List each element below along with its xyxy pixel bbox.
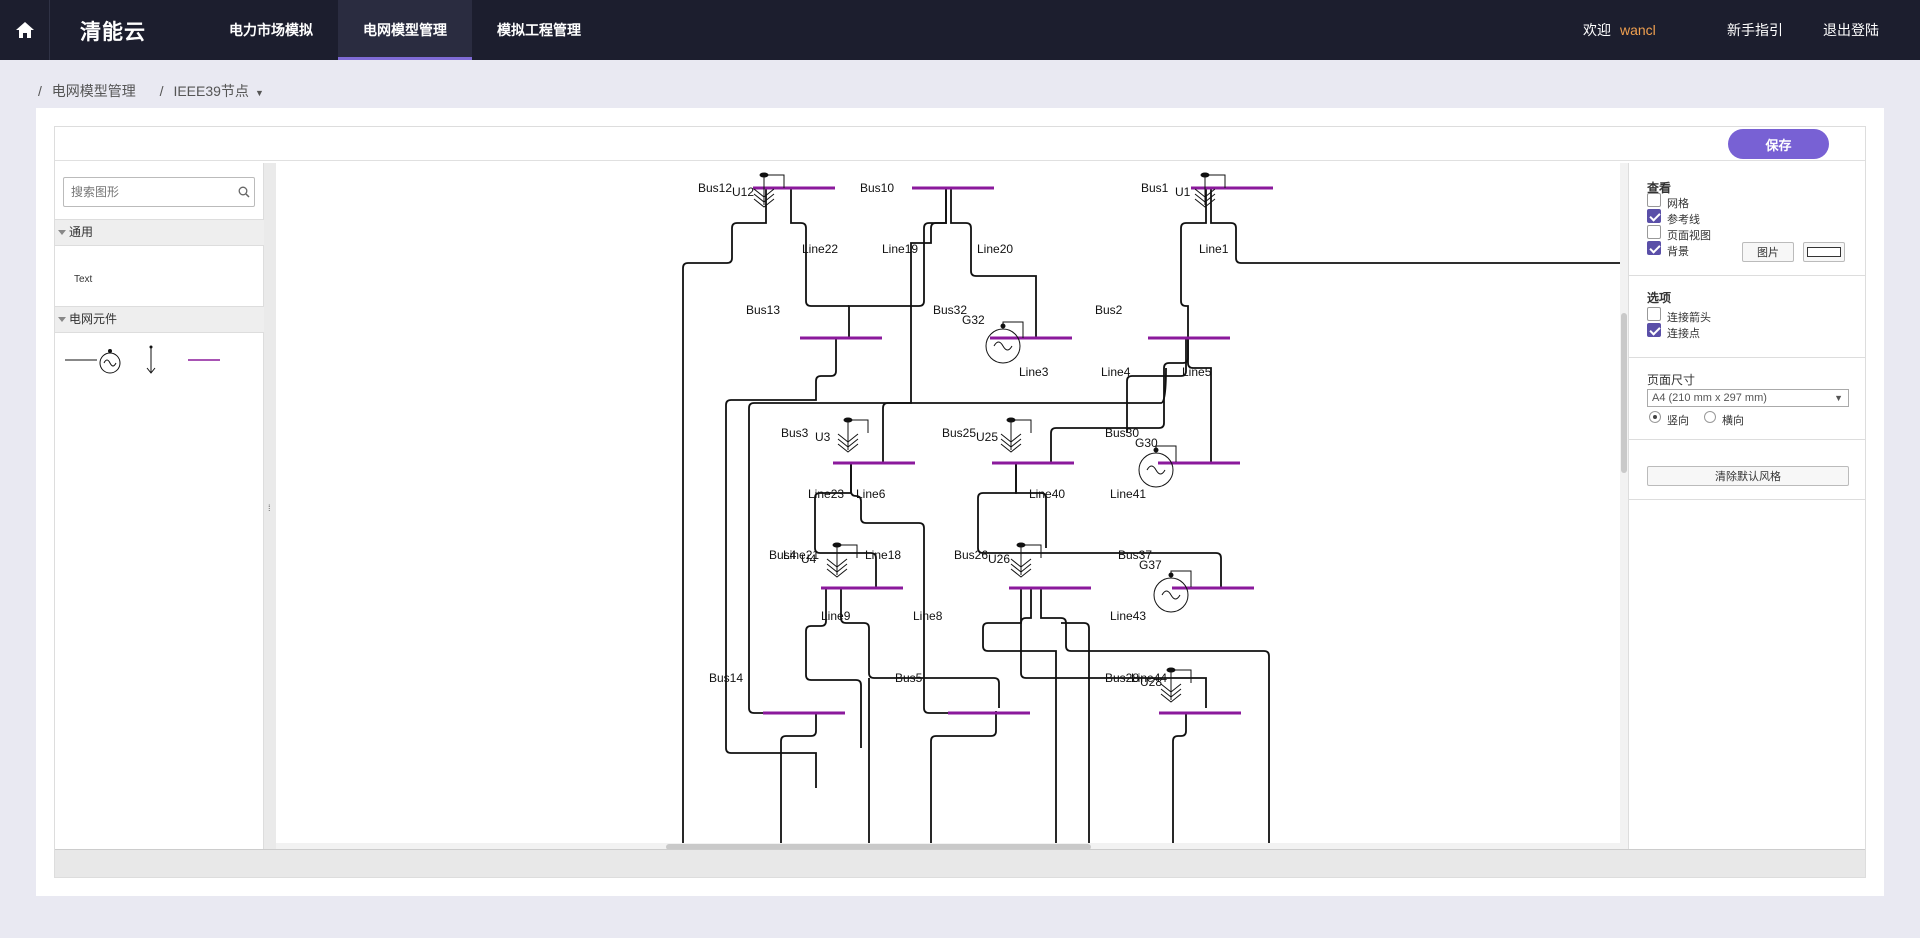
diagram-label[interactable]: Line23	[808, 487, 844, 501]
color-swatch-icon	[1807, 247, 1841, 257]
home-button[interactable]	[0, 0, 50, 60]
diagram-label[interactable]: U28	[1140, 675, 1162, 689]
page-size-title: 页面尺寸	[1647, 373, 1696, 387]
brand-logo: 清能云	[80, 21, 146, 44]
guide-link[interactable]: 新手指引	[1727, 0, 1783, 60]
breadcrumb: / 电网模型管理 / IEEE39节点 ▼	[38, 83, 264, 99]
diagram-label[interactable]: Line22	[802, 242, 838, 256]
background-image-button[interactable]: 图片	[1742, 242, 1794, 262]
diagram-label[interactable]: Bus13	[746, 303, 780, 317]
dropdown-arrow-icon: ▼	[1834, 393, 1843, 403]
diagram-label[interactable]: Line41	[1110, 487, 1146, 501]
load-symbol[interactable]	[826, 542, 858, 578]
welcome-text: 欢迎	[1583, 22, 1611, 38]
diagram-label[interactable]: Line4	[1101, 365, 1131, 379]
diagram-editor: 保存 通用 Text 电网元件 ⁞	[54, 126, 1866, 878]
generator-shape[interactable]	[99, 349, 121, 374]
load-shape[interactable]	[146, 345, 156, 374]
editor-toolbar: 保存	[55, 127, 1865, 161]
diagram-label[interactable]: Bus14	[709, 671, 743, 685]
save-button[interactable]: 保存	[1728, 129, 1829, 159]
generator-symbol[interactable]	[1153, 570, 1192, 613]
shape-search-input[interactable]	[63, 177, 255, 207]
diagram-label[interactable]: Bus12	[698, 181, 732, 195]
top-navbar: 清能云 电力市场模拟 电网模型管理 模拟工程管理 欢迎 wancl 新手指引 退…	[0, 0, 1920, 60]
shape-library-panel: 通用 Text 电网元件	[55, 163, 264, 849]
background-color-button[interactable]	[1803, 242, 1845, 262]
generator-symbol[interactable]	[1138, 445, 1177, 488]
home-icon	[15, 22, 34, 38]
landscape-radio[interactable]	[1704, 411, 1716, 423]
diagram-label[interactable]: G37	[1139, 558, 1162, 572]
diagram-label[interactable]: Bus2	[1095, 303, 1123, 317]
diagram-label[interactable]: Line6	[856, 487, 886, 501]
load-symbol[interactable]	[1010, 542, 1042, 578]
diagram-label[interactable]: U12	[732, 185, 754, 199]
load-symbol[interactable]	[837, 417, 869, 453]
vertical-scrollbar[interactable]	[1620, 163, 1628, 849]
diagram-label[interactable]: G32	[962, 313, 985, 327]
dropdown-caret-icon[interactable]: ▼	[255, 88, 264, 98]
diagram-label[interactable]: Line5	[1182, 365, 1212, 379]
diagram-label[interactable]: U3	[815, 430, 831, 444]
grid-diagram[interactable]: Bus12 U12 Bus10 Bus1 U1 Line22 Line19 Line20 Lin…	[276, 163, 1620, 843]
collapse-icon	[58, 230, 66, 235]
diagram-label[interactable]: Bus1	[1141, 181, 1169, 195]
diagram-label[interactable]: Line18	[865, 548, 901, 562]
diagram-label[interactable]: Bus25	[942, 426, 976, 440]
clear-default-style-button[interactable]: 清除默认风格	[1647, 466, 1849, 486]
collapse-icon	[58, 317, 66, 322]
diagram-label[interactable]: Line9	[821, 609, 851, 623]
load-symbol[interactable]	[753, 172, 785, 208]
diagram-label[interactable]: Line43	[1110, 609, 1146, 623]
load-symbol[interactable]	[1194, 172, 1226, 208]
background-checkbox[interactable]	[1647, 241, 1661, 255]
connect-points-checkbox[interactable]	[1647, 323, 1661, 337]
search-icon[interactable]	[238, 186, 250, 198]
diagram-label[interactable]: Line20	[977, 242, 1013, 256]
element-shapes	[65, 345, 220, 374]
grid-checkbox[interactable]	[1647, 193, 1661, 207]
diagram-label[interactable]: Line40	[1029, 487, 1065, 501]
page-size-select[interactable]: A4 (210 mm x 297 mm) ▼	[1647, 389, 1849, 407]
guides-checkbox[interactable]	[1647, 209, 1661, 223]
nav-market-sim[interactable]: 电力市场模拟	[204, 0, 338, 60]
load-symbol[interactable]	[1000, 417, 1032, 453]
diagram-label[interactable]: Line8	[913, 609, 943, 623]
connect-arrows-checkbox[interactable]	[1647, 307, 1661, 321]
diagram-label[interactable]: Line19	[882, 242, 918, 256]
panel-splitter[interactable]: ⁞	[264, 163, 276, 849]
diagram-label[interactable]: U26	[988, 552, 1010, 566]
nav-grid-model[interactable]: 电网模型管理	[338, 0, 472, 60]
username: wancl	[1620, 22, 1656, 38]
diagram-label[interactable]: Line1	[1199, 242, 1229, 256]
section-grid-elements[interactable]: 电网元件	[55, 306, 264, 333]
status-bar	[55, 849, 1865, 877]
breadcrumb-model-select[interactable]: IEEE39节点	[173, 83, 248, 99]
diagram-label[interactable]: Bus26	[954, 548, 988, 562]
options-title: 选项	[1647, 291, 1672, 305]
diagram-label[interactable]: Bus3	[781, 426, 809, 440]
section-general[interactable]: 通用	[55, 219, 264, 246]
text-shape[interactable]: Text	[74, 274, 92, 285]
logout-link[interactable]: 退出登陆	[1823, 0, 1879, 60]
nav-project-mgmt[interactable]: 模拟工程管理	[472, 0, 606, 60]
breadcrumb-grid-model[interactable]: 电网模型管理	[52, 83, 136, 99]
diagram-label[interactable]: U1	[1175, 185, 1191, 199]
diagram-label[interactable]: G30	[1135, 436, 1158, 450]
page-view-checkbox[interactable]	[1647, 225, 1661, 239]
diagram-label[interactable]: Bus5	[895, 671, 923, 685]
diagram-label[interactable]: U4	[801, 552, 817, 566]
diagram-label[interactable]: Line3	[1019, 365, 1049, 379]
diagram-label[interactable]: Bus10	[860, 181, 894, 195]
generator-symbol[interactable]	[985, 321, 1024, 364]
diagram-label[interactable]: U25	[976, 430, 998, 444]
diagram-canvas[interactable]: Bus12 U12 Bus10 Bus1 U1 Line22 Line19 Line20 Lin…	[276, 163, 1620, 843]
portrait-radio[interactable]	[1649, 411, 1661, 423]
format-panel: 查看 网格 参考线 页面视图 背景 图片 选项 连接箭头 连接点 页面尺寸 A4…	[1628, 163, 1866, 849]
